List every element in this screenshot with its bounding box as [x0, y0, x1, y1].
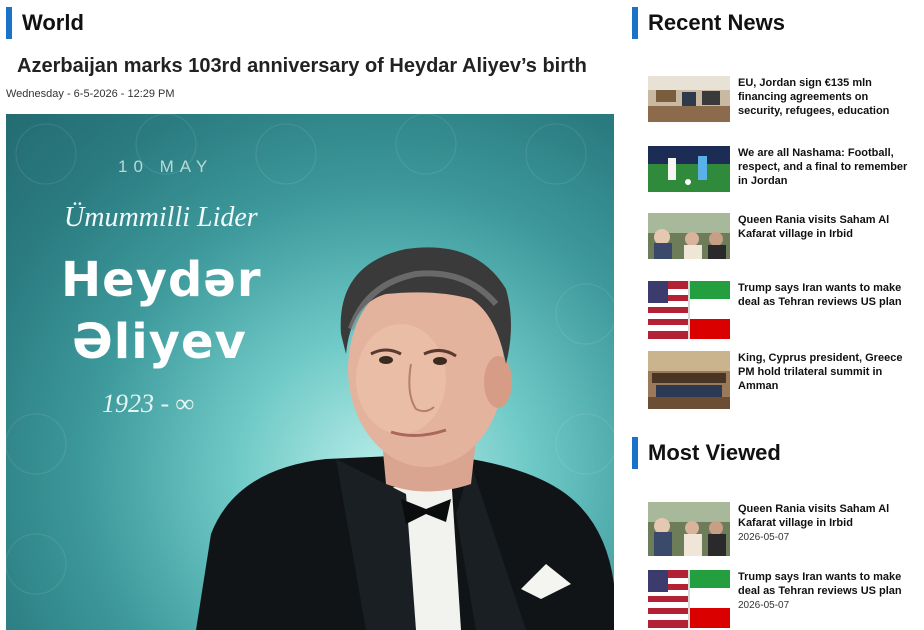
world-section-title: World [22, 10, 84, 35]
most-viewed-item[interactable]: Trump says Iran wants to make deal as Te… [648, 570, 914, 628]
news-thumbnail[interactable] [648, 281, 730, 339]
world-section-header: World [6, 7, 84, 39]
news-link[interactable]: We are all Nashama: Football, respect, a… [738, 146, 914, 188]
news-date: 2026-05-07 [738, 600, 790, 611]
article-hero-image: 10 MAY Ümummilli Lider Heydər Əliyev 192… [6, 114, 614, 630]
most-viewed-title: Most Viewed [648, 440, 781, 465]
image-script-title: Ümummilli Lider [64, 202, 258, 233]
recent-news-title: Recent News [648, 10, 785, 35]
recent-news-item[interactable]: Trump says Iran wants to make deal as Te… [648, 281, 914, 339]
image-name-last: Əliyev [72, 314, 247, 370]
news-link[interactable]: Trump says Iran wants to make deal as Te… [738, 570, 914, 598]
news-thumbnail[interactable] [648, 570, 730, 628]
recent-news-item[interactable]: Queen Rania visits Saham Al Kafarat vill… [648, 213, 914, 259]
image-years-text: 1923 - ∞ [102, 389, 195, 418]
section-accent-bar [632, 7, 638, 39]
portrait-illustration [6, 114, 614, 630]
recent-news-item[interactable]: We are all Nashama: Football, respect, a… [648, 146, 914, 192]
news-thumbnail[interactable] [648, 351, 730, 409]
article-dateline: Wednesday - 6-5-2026 - 12:29 PM [6, 88, 175, 100]
most-viewed-item[interactable]: Queen Rania visits Saham Al Kafarat vill… [648, 502, 914, 556]
news-link[interactable]: Queen Rania visits Saham Al Kafarat vill… [738, 213, 914, 241]
news-thumbnail[interactable] [648, 502, 730, 556]
news-thumbnail[interactable] [648, 213, 730, 259]
recent-news-item[interactable]: King, Cyprus president, Greece PM hold t… [648, 351, 914, 409]
news-link[interactable]: King, Cyprus president, Greece PM hold t… [738, 351, 914, 393]
news-thumbnail[interactable] [648, 76, 730, 122]
news-link[interactable]: Queen Rania visits Saham Al Kafarat vill… [738, 502, 914, 530]
image-date-text: 10 MAY [118, 157, 214, 176]
news-date: 2026-05-07 [738, 532, 790, 543]
image-name-first: Heydər [61, 252, 262, 308]
news-link[interactable]: Trump says Iran wants to make deal as Te… [738, 281, 914, 309]
recent-news-item[interactable]: EU, Jordan sign €135 mln financing agree… [648, 76, 914, 122]
section-accent-bar [6, 7, 12, 39]
section-accent-bar [632, 437, 638, 469]
article-headline: Azerbaijan marks 103rd anniversary of He… [17, 55, 587, 77]
news-thumbnail[interactable] [648, 146, 730, 192]
news-link[interactable]: EU, Jordan sign €135 mln financing agree… [738, 76, 914, 118]
most-viewed-header: Most Viewed [632, 437, 781, 469]
recent-news-header: Recent News [632, 7, 785, 39]
